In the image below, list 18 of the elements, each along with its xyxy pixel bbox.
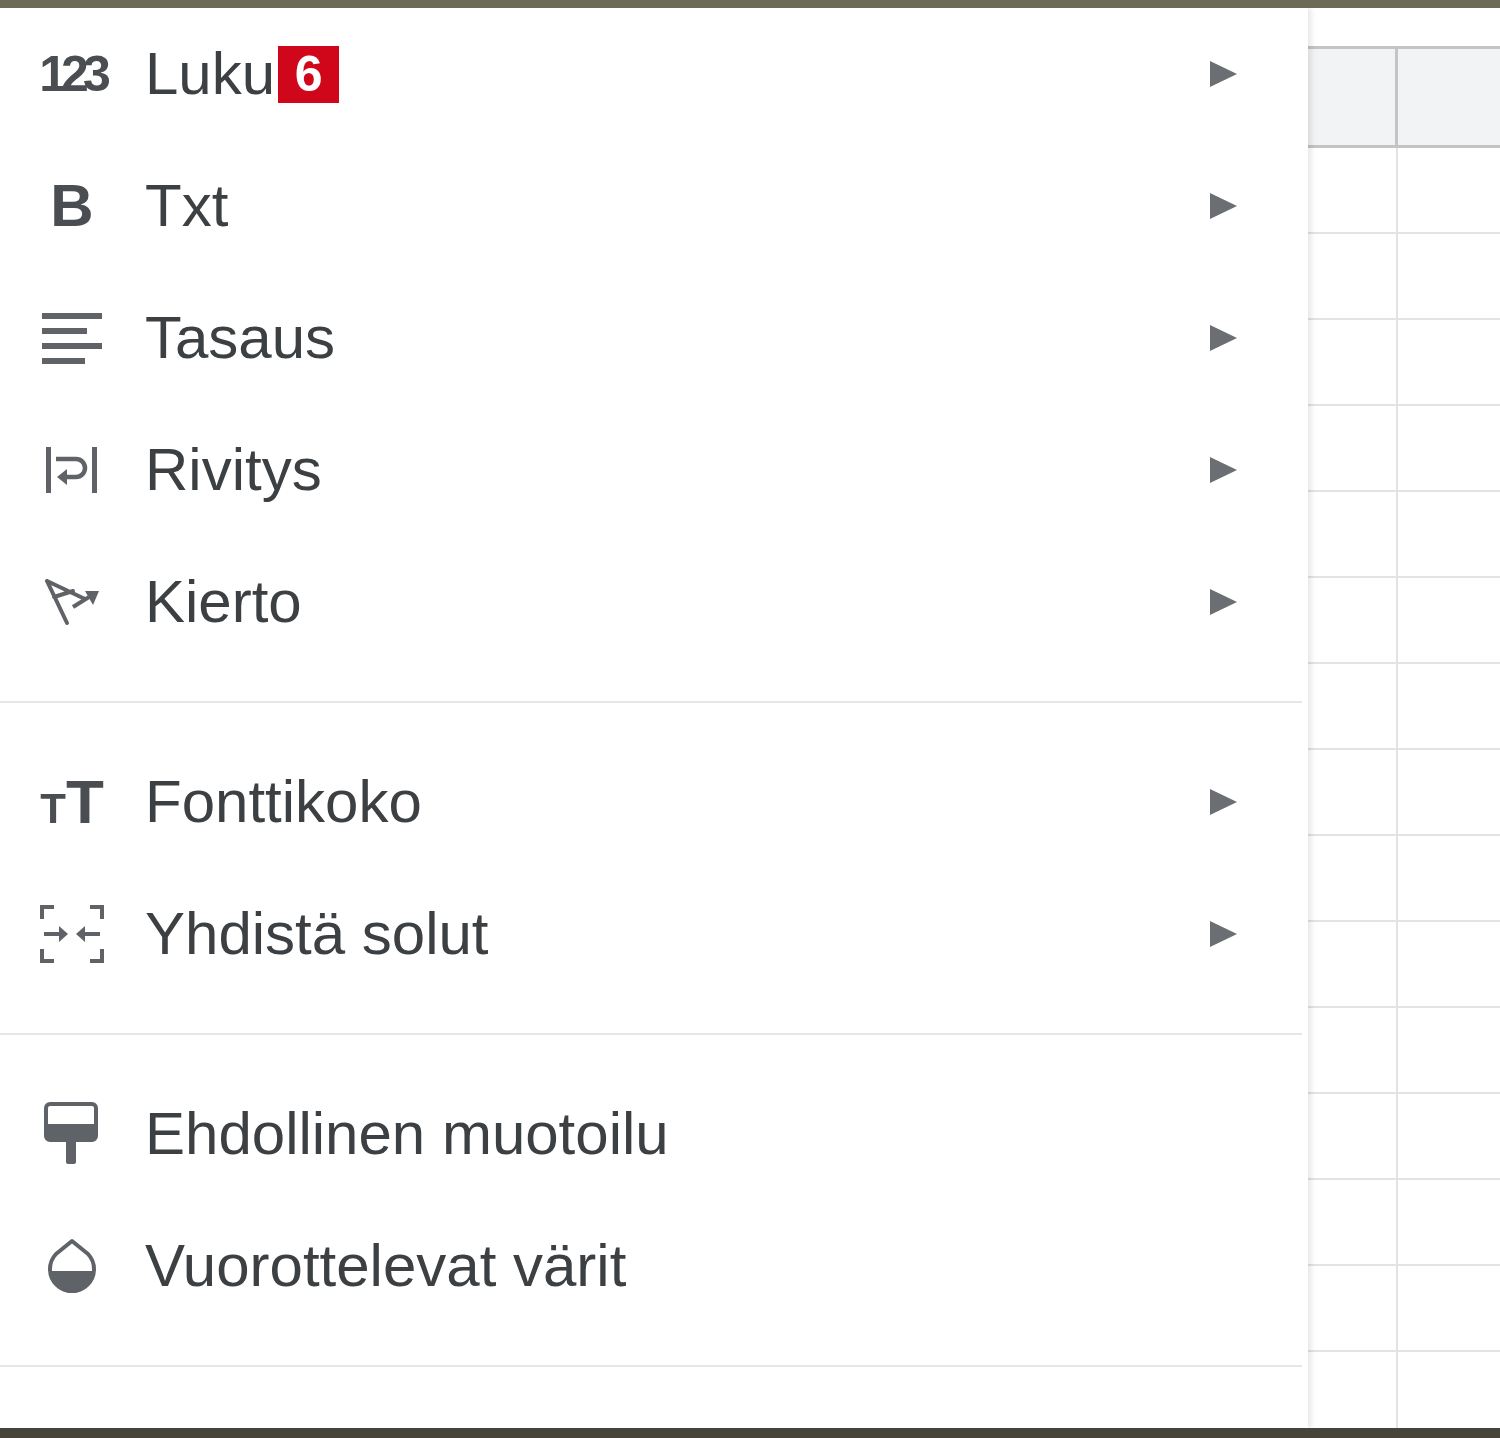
count-badge: 6 xyxy=(278,45,340,103)
number-format-icon: 123 xyxy=(39,49,105,99)
menu-item[interactable]: 123 Luku 6 xyxy=(0,8,1308,140)
text-rotation-icon xyxy=(43,577,101,627)
menu-item[interactable]: Yhdistä solut xyxy=(0,868,1308,1000)
merge-cells-icon xyxy=(40,905,104,963)
text-wrap-icon xyxy=(46,445,98,495)
align-left-icon xyxy=(42,312,102,364)
menu-item[interactable]: Rivitys xyxy=(0,404,1308,536)
menu-item[interactable]: TT Fonttikoko xyxy=(0,736,1308,868)
font-size-icon: TT xyxy=(40,771,104,833)
menu-item[interactable]: Kierto xyxy=(0,536,1308,668)
menu-item[interactable]: Vuorottelevat värit xyxy=(0,1200,1308,1332)
menu-item[interactable]: Tasaus xyxy=(0,272,1308,404)
bold-icon: B xyxy=(50,176,94,236)
paint-roller-icon xyxy=(44,1102,100,1166)
menu-item[interactable]: Ehdollinen muotoilu xyxy=(0,1068,1308,1200)
menu-item[interactable]: B Txt xyxy=(0,140,1308,272)
